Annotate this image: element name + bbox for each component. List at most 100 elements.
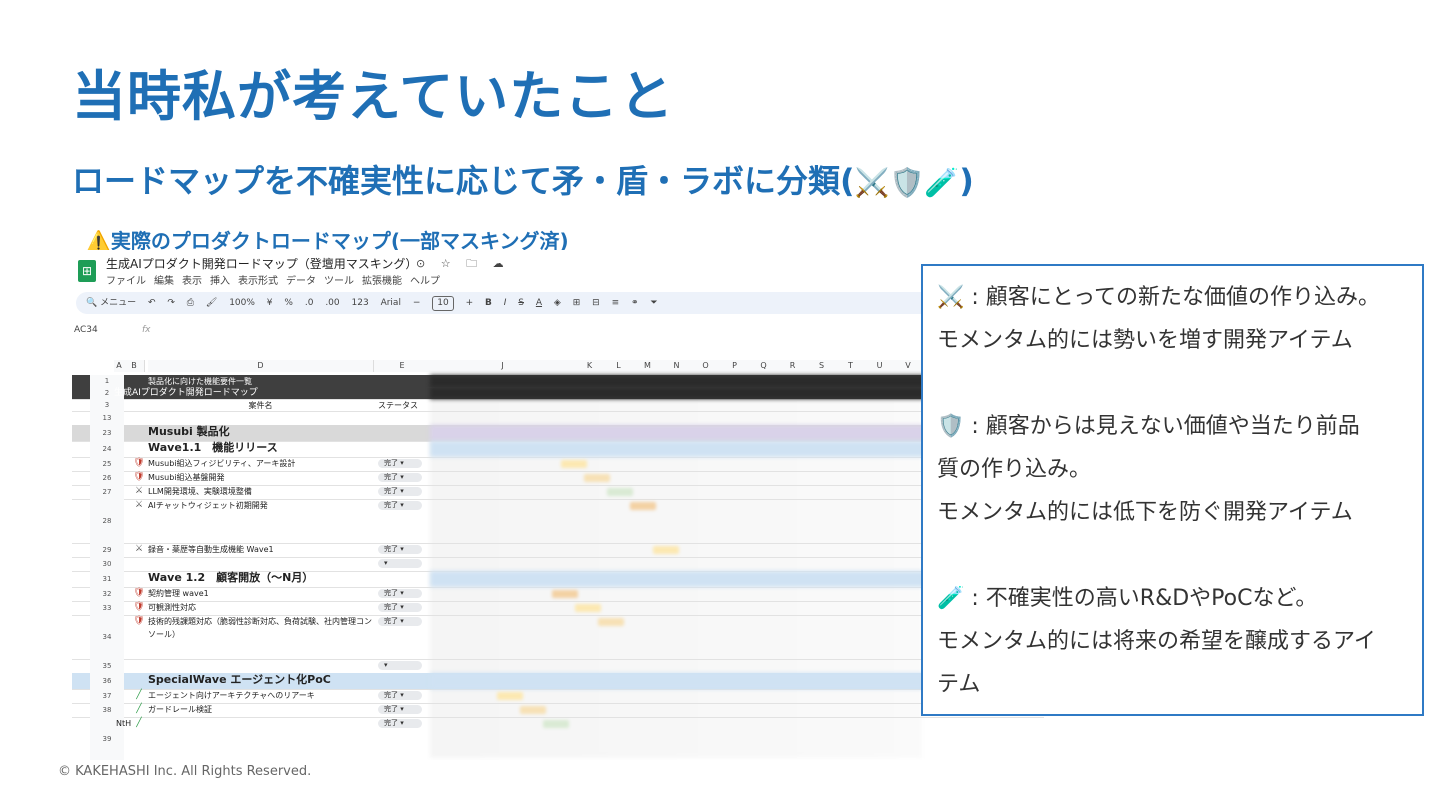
row-number[interactable]: 1 <box>90 375 124 387</box>
filter-icon[interactable]: ⏷ <box>650 298 657 308</box>
status-dropdown[interactable]: 完了 ▾ <box>378 487 422 496</box>
column-header[interactable]: O <box>691 360 721 372</box>
row-number[interactable]: 25 <box>90 457 124 471</box>
row-number[interactable]: 31 <box>90 571 124 587</box>
menu-item[interactable]: 表示形式 <box>238 276 278 287</box>
table-row[interactable]: 28 ⚔ AIチャットウィジェット初期開発 完了 ▾ <box>72 499 1044 544</box>
table-row[interactable]: 39 NtH ╱ 完了 ▾ <box>72 717 1044 760</box>
status-dropdown[interactable]: 完了 ▾ <box>378 459 422 468</box>
column-header[interactable]: E <box>374 360 431 372</box>
font-size-input[interactable]: 10 <box>432 296 454 311</box>
menu-item[interactable]: 表示 <box>182 276 202 287</box>
status-dropdown[interactable]: 完了 ▾ <box>378 719 422 728</box>
table-row[interactable]: 30 ▾ <box>72 557 1044 572</box>
sheet-grid[interactable]: A B D E J K L M N O P Q R S T U V 1 製品化に向けた機能要件一覧 2 生成AIプロダク… <box>72 342 1044 760</box>
paint-format-icon[interactable]: 🖌 <box>206 298 217 308</box>
doc-title[interactable]: 生成AIプロダクト開発ロードマップ（登壇用マスキング） <box>106 255 417 272</box>
column-header[interactable]: L <box>604 360 634 372</box>
column-header[interactable]: N <box>662 360 692 372</box>
row-number[interactable]: 35 <box>90 659 124 673</box>
table-row[interactable]: 24 Wave1.1 機能リリース <box>72 441 1044 458</box>
row-number[interactable]: 29 <box>90 543 124 557</box>
sheets-logo-icon[interactable]: ⊞ <box>78 260 96 282</box>
italic-button[interactable]: I <box>504 298 507 308</box>
text-color-button[interactable]: A <box>536 298 542 308</box>
row-number[interactable]: 3 <box>90 399 124 411</box>
table-row[interactable]: 37 ╱ エージェント向けアーキテクチャへのリアーキ 完了 ▾ <box>72 689 1044 704</box>
status-dropdown[interactable]: 完了 ▾ <box>378 473 422 482</box>
status-dropdown[interactable]: 完了 ▾ <box>378 545 422 554</box>
bold-button[interactable]: B <box>485 298 492 308</box>
font-size-decrease[interactable]: − <box>413 298 421 308</box>
row-number[interactable]: 32 <box>90 587 124 601</box>
decimal-decrease-button[interactable]: .0 <box>305 298 314 308</box>
status-dropdown[interactable]: 完了 ▾ <box>378 589 422 598</box>
status-dropdown[interactable]: 完了 ▾ <box>378 501 422 510</box>
row-number[interactable]: 13 <box>90 411 124 425</box>
align-icon[interactable]: ≡ <box>612 298 620 308</box>
column-header[interactable]: B <box>124 360 145 372</box>
menu-search[interactable]: 🔍 メニュー <box>86 298 136 308</box>
row-number[interactable]: 24 <box>90 441 124 457</box>
row-number[interactable]: 36 <box>90 673 124 689</box>
row-number[interactable]: 38 <box>90 703 124 717</box>
table-row[interactable]: 13 <box>72 411 1044 426</box>
table-row[interactable]: 34 🛡 技術的残課題対応（脆弱性診断対応、負荷試験、社内管理コンソール） 完了 ▾ <box>72 615 1044 660</box>
table-row[interactable]: 26 🛡 Musubi組込基盤開発 完了 ▾ <box>72 471 1044 486</box>
currency-button[interactable]: ¥ <box>267 298 273 308</box>
table-row[interactable]: 36 SpecialWave エージェント化PoC <box>72 673 1044 690</box>
table-row[interactable]: 27 ⚔ LLM開発環境、実験環境整備 完了 ▾ <box>72 485 1044 500</box>
menu-item[interactable]: 挿入 <box>210 276 230 287</box>
percent-button[interactable]: % <box>284 298 293 308</box>
row-number[interactable]: 28 <box>90 499 124 543</box>
row-number[interactable]: 33 <box>90 601 124 615</box>
merge-icon[interactable]: ⊟ <box>592 298 600 308</box>
menu-item[interactable]: ヘルプ <box>410 276 440 287</box>
column-header[interactable]: S <box>807 360 837 372</box>
status-dropdown[interactable]: 完了 ▾ <box>378 705 422 714</box>
table-row[interactable]: 32 🛡 契約管理 wave1 完了 ▾ <box>72 587 1044 602</box>
menu-item[interactable]: ツール <box>324 276 354 287</box>
table-row[interactable]: 35 ▾ <box>72 659 1044 674</box>
column-header[interactable]: K <box>575 360 605 372</box>
table-row[interactable]: 31 Wave 1.2 顧客開放（〜N月） <box>72 571 1044 588</box>
font-select[interactable]: Arial <box>381 298 401 308</box>
column-header[interactable]: J <box>430 360 576 372</box>
strikethrough-button[interactable]: S <box>518 298 524 308</box>
menu-item[interactable]: 拡張機能 <box>362 276 402 287</box>
number-format-button[interactable]: 123 <box>352 298 369 308</box>
status-dropdown[interactable]: 完了 ▾ <box>378 603 422 612</box>
borders-icon[interactable]: ⊞ <box>573 298 581 308</box>
column-header[interactable]: V <box>894 360 923 372</box>
status-dropdown[interactable]: ▾ <box>378 661 422 670</box>
status-dropdown[interactable]: 完了 ▾ <box>378 617 422 626</box>
column-header[interactable]: R <box>778 360 808 372</box>
redo-icon[interactable]: ↷ <box>167 298 175 308</box>
status-dropdown[interactable]: ▾ <box>378 559 422 568</box>
row-number[interactable]: 26 <box>90 471 124 485</box>
table-row[interactable]: 29 ⚔ 録音・薬歴等自動生成機能 Wave1 完了 ▾ <box>72 543 1044 558</box>
column-header[interactable]: Q <box>749 360 779 372</box>
table-row[interactable]: 33 🛡 可観測性対応 完了 ▾ <box>72 601 1044 616</box>
column-header[interactable]: D <box>148 360 374 372</box>
row-number[interactable]: 30 <box>90 557 124 571</box>
font-size-increase[interactable]: + <box>466 298 474 308</box>
zoom-select[interactable]: 100% <box>229 298 255 308</box>
column-header[interactable]: M <box>633 360 663 372</box>
row-number[interactable]: 23 <box>90 425 124 441</box>
link-icon[interactable]: ⚭ <box>631 298 639 308</box>
fill-color-icon[interactable]: ◈ <box>554 298 561 308</box>
decimal-increase-button[interactable]: .00 <box>325 298 339 308</box>
column-header[interactable]: T <box>836 360 866 372</box>
menu-item[interactable]: ファイル <box>106 276 146 287</box>
row-number[interactable]: 34 <box>90 615 124 659</box>
menu-item[interactable]: データ <box>286 276 316 287</box>
status-dropdown[interactable]: 完了 ▾ <box>378 691 422 700</box>
table-row[interactable]: 25 🛡 Musubi組込フィジビリティ、アーキ設計 完了 ▾ <box>72 457 1044 472</box>
print-icon[interactable]: ⎙ <box>187 298 194 308</box>
table-row[interactable]: 23 Musubi 製品化 <box>72 425 1044 442</box>
undo-icon[interactable]: ↶ <box>148 298 156 308</box>
row-number[interactable]: 27 <box>90 485 124 499</box>
table-row[interactable]: 38 ╱ ガードレール検証 完了 ▾ <box>72 703 1044 718</box>
column-header[interactable]: U <box>865 360 895 372</box>
